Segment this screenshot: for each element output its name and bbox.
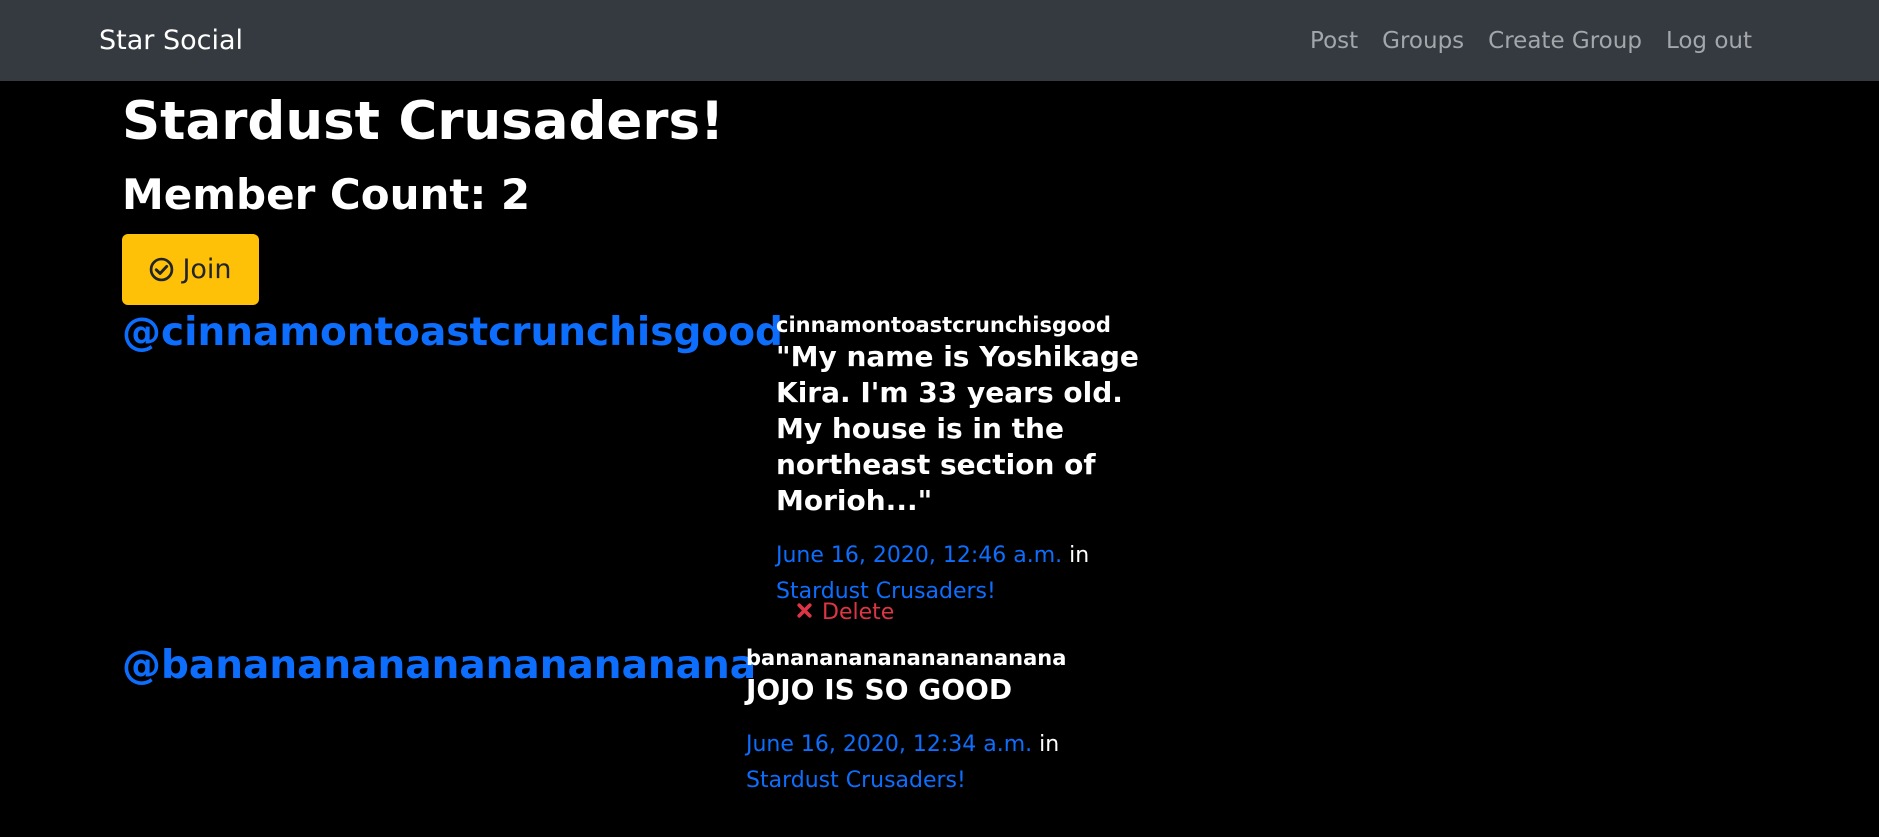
nav-logout-link[interactable]: Log out xyxy=(1666,21,1752,61)
post-item: cinnamontoastcrunchisgood "My name is Yo… xyxy=(776,311,1178,610)
post-message: "My name is Yoshikage Kira. I'm 33 years… xyxy=(776,340,1139,517)
brand-link[interactable]: Star Social xyxy=(99,21,243,61)
post-message: JOJO IS SO GOOD xyxy=(746,673,1013,706)
delete-post-button[interactable]: Delete xyxy=(796,598,894,628)
member-count: Member Count: 2 xyxy=(122,170,531,219)
post-item: banananananananananana JOJO IS SO GOOD J… xyxy=(746,644,1148,799)
nav-create-group-link[interactable]: Create Group xyxy=(1488,21,1642,61)
delete-label: Delete xyxy=(822,600,895,625)
nav-groups-link[interactable]: Groups xyxy=(1382,21,1464,61)
post-author: banananananananananana xyxy=(746,646,1067,670)
post-timestamp-link[interactable]: June 16, 2020, 12:34 a.m. xyxy=(746,732,1032,757)
join-button[interactable]: Join xyxy=(122,234,259,305)
navbar: Star Social Post Groups Create Group Log… xyxy=(0,0,1879,81)
nav-post-link[interactable]: Post xyxy=(1310,21,1358,61)
post-in-text: in xyxy=(1062,543,1090,568)
post-user-link[interactable]: @cinnamontoastcrunchisgood xyxy=(122,307,783,359)
post-in-text: in xyxy=(1032,732,1060,757)
times-icon xyxy=(796,598,813,628)
post-author: cinnamontoastcrunchisgood xyxy=(776,313,1111,337)
post-timestamp-link[interactable]: June 16, 2020, 12:46 a.m. xyxy=(776,543,1062,568)
check-circle-icon xyxy=(149,257,174,282)
post-meta: June 16, 2020, 12:34 a.m. in Stardust Cr… xyxy=(746,727,1148,799)
post-group-link[interactable]: Stardust Crusaders! xyxy=(746,768,966,793)
group-title: Stardust Crusaders! xyxy=(122,91,725,152)
post-user-link[interactable]: @banananananananananana xyxy=(122,640,756,692)
nav-links: Post Groups Create Group Log out xyxy=(1310,21,1752,61)
join-button-label: Join xyxy=(182,254,232,285)
